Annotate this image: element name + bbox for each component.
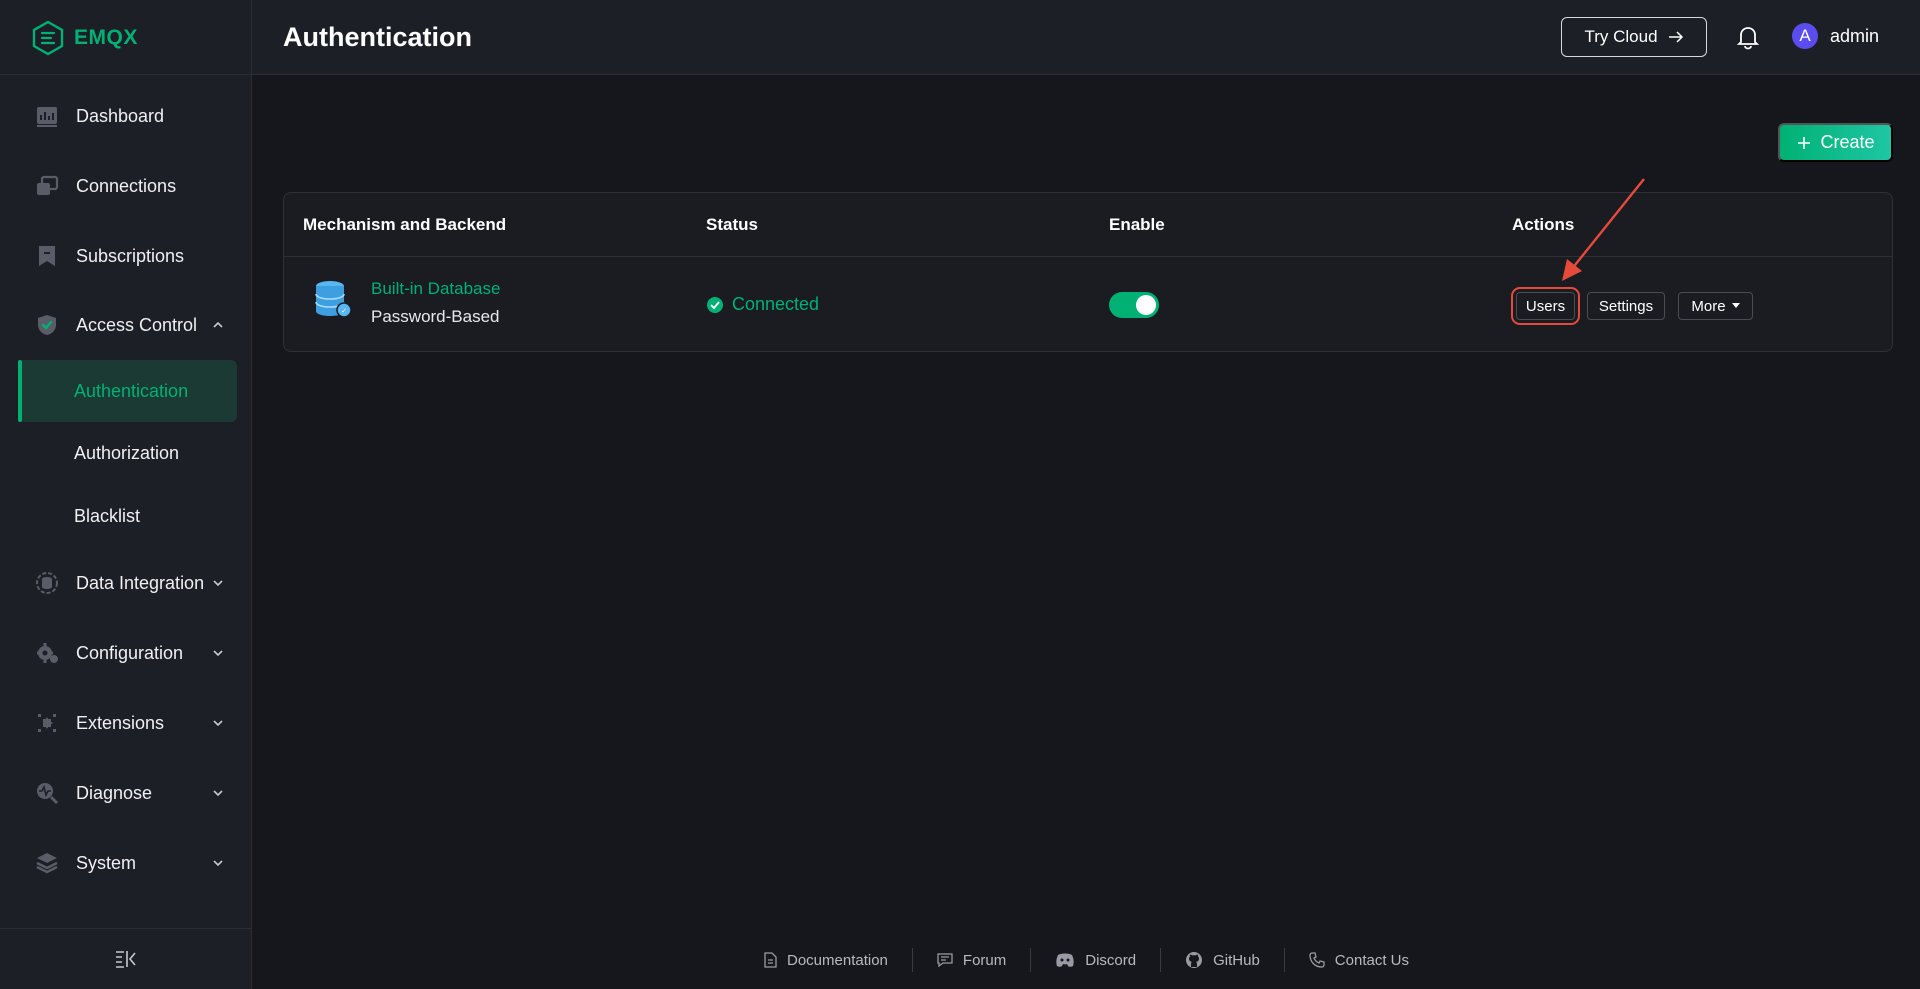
- status-badge: Connected: [706, 294, 819, 315]
- sidebar-item-label: Extensions: [76, 712, 165, 733]
- chevron-down-icon: [213, 580, 223, 587]
- phone-icon: [1309, 952, 1325, 968]
- sidebar-item-label: Diagnose: [76, 782, 153, 803]
- collapse-sidebar-icon: [116, 951, 136, 968]
- create-button[interactable]: Create: [1778, 123, 1893, 162]
- sidebar-item-label: Connections: [76, 175, 177, 196]
- sidebar-item-configuration[interactable]: Configuration: [0, 625, 252, 681]
- chevron-down-icon: [213, 650, 223, 657]
- footer-link-label: Forum: [962, 951, 1007, 969]
- footer: Documentation Forum Discord GitHub Conta…: [252, 940, 1920, 980]
- sidebar-item-data-integration[interactable]: Data Integration: [0, 555, 252, 611]
- sidebar-subitem-authentication[interactable]: Authentication: [18, 360, 237, 422]
- create-label: Create: [1820, 132, 1875, 152]
- top-header: Authentication Try Cloud A admin: [252, 0, 1920, 75]
- chevron-down-icon: [213, 790, 223, 797]
- settings-button[interactable]: Settings: [1587, 292, 1665, 320]
- sidebar-collapse-button[interactable]: [0, 928, 252, 989]
- status-text: Connected: [732, 294, 820, 314]
- app-root: EMQX Dashboard Connections Subscriptions: [0, 0, 1920, 989]
- user-name: admin: [1830, 25, 1880, 46]
- settings-label: Settings: [1598, 297, 1654, 315]
- more-label: More: [1691, 297, 1726, 315]
- emqx-logo-icon: [32, 20, 64, 56]
- column-header: Enable: [1109, 215, 1165, 234]
- plus-icon: [1798, 136, 1811, 149]
- try-cloud-label: Try Cloud: [1584, 27, 1658, 46]
- sidebar-subitem-authorization[interactable]: Authorization: [18, 422, 237, 484]
- sidebar-item-access-control[interactable]: Access Control: [0, 297, 252, 353]
- sidebar-item-label: Configuration: [76, 642, 184, 663]
- mechanism-label: Password-Based: [371, 307, 500, 326]
- sidebar-item-label: Dashboard: [76, 105, 165, 126]
- chevron-down-icon: [213, 720, 223, 727]
- bell-icon[interactable]: [1735, 24, 1761, 50]
- brand-name: EMQX: [74, 26, 138, 49]
- sidebar-item-dashboard[interactable]: Dashboard: [0, 88, 252, 144]
- users-label: Users: [1525, 297, 1566, 315]
- caret-down-icon: [1731, 303, 1740, 308]
- enable-toggle[interactable]: [1109, 292, 1159, 318]
- footer-link-label: Discord: [1085, 951, 1137, 969]
- page-title: Authentication: [283, 22, 472, 52]
- footer-link-label: GitHub: [1213, 951, 1260, 969]
- backend-name-link[interactable]: Built-in Database: [371, 279, 500, 299]
- sidebar-item-diagnose[interactable]: Diagnose: [0, 765, 252, 821]
- sidebar-item-connections[interactable]: Connections: [0, 158, 252, 214]
- sidebar-item-extensions[interactable]: Extensions: [0, 695, 252, 751]
- column-header: Mechanism and Backend: [303, 215, 507, 234]
- annotation-arrow: [1562, 178, 1645, 281]
- footer-link-contact-us[interactable]: Contact Us: [1285, 952, 1433, 969]
- github-icon: [1186, 952, 1203, 968]
- footer-link-label: Contact Us: [1334, 951, 1409, 969]
- sidebar-item-subscriptions[interactable]: Subscriptions: [0, 228, 252, 284]
- footer-link-label: Documentation: [787, 951, 888, 969]
- check-circle-icon: [707, 296, 723, 313]
- sidebar-item-label: Data Integration: [76, 572, 205, 593]
- footer-link-forum[interactable]: Forum: [913, 952, 1030, 969]
- more-button[interactable]: More: [1678, 292, 1753, 320]
- discord-icon: [1056, 953, 1074, 967]
- document-icon: [764, 952, 777, 968]
- subscriptions-icon: [34, 243, 60, 269]
- sidebar-item-label: System: [76, 852, 137, 873]
- sidebar-item-label: Subscriptions: [76, 245, 185, 266]
- database-icon: ✓: [315, 281, 352, 318]
- gear-icon: [34, 640, 60, 666]
- diagnose-icon: [34, 780, 60, 806]
- column-header: Status: [706, 215, 758, 234]
- layers-icon: [34, 850, 60, 876]
- sidebar-item-label: Access Control: [76, 314, 198, 335]
- sidebar-subitem-blacklist[interactable]: Blacklist: [18, 485, 237, 547]
- chat-icon: [937, 953, 953, 968]
- brand-logo[interactable]: EMQX: [32, 20, 138, 56]
- footer-link-discord[interactable]: Discord: [1031, 952, 1160, 969]
- arrow-right-icon: [1668, 31, 1683, 43]
- sidebar: EMQX Dashboard Connections Subscriptions: [0, 0, 252, 989]
- users-button[interactable]: Users: [1511, 287, 1580, 325]
- user-menu[interactable]: A admin: [1792, 23, 1879, 49]
- try-cloud-button[interactable]: Try Cloud: [1561, 17, 1707, 57]
- chevron-up-icon: [213, 321, 223, 328]
- sidebar-item-system[interactable]: System: [0, 835, 252, 891]
- connections-icon: [34, 173, 60, 199]
- puzzle-icon: [34, 710, 60, 736]
- chevron-down-icon: [213, 860, 223, 867]
- avatar: A: [1792, 23, 1818, 49]
- svg-text:✓: ✓: [341, 307, 347, 315]
- shield-icon: [34, 312, 60, 338]
- dashboard-icon: [34, 103, 60, 129]
- data-integration-icon: [34, 570, 60, 596]
- sidebar-divider: [0, 74, 252, 75]
- footer-link-github[interactable]: GitHub: [1161, 951, 1284, 969]
- footer-link-documentation[interactable]: Documentation: [739, 952, 912, 969]
